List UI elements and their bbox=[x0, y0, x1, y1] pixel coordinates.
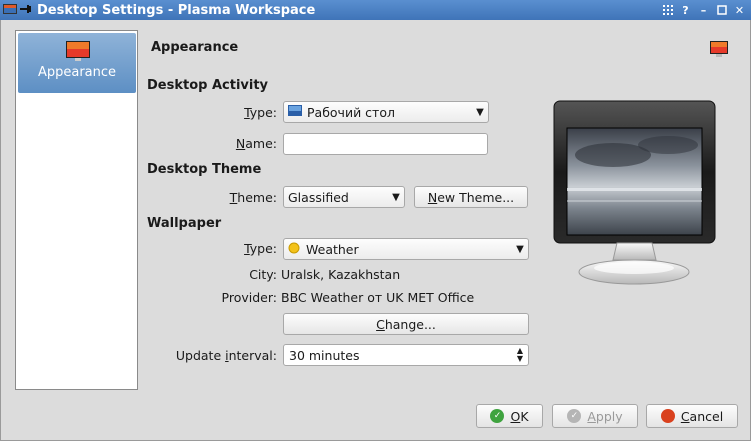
appearance-icon bbox=[709, 40, 729, 61]
chevron-down-icon: ▼ bbox=[516, 243, 524, 255]
city-value: Uralsk, Kazakhstan bbox=[281, 267, 401, 282]
wallpaper-preview bbox=[553, 100, 716, 290]
theme-combo[interactable]: Glassified ▼ bbox=[283, 186, 405, 208]
spin-arrows-icon[interactable]: ▲ ▼ bbox=[512, 347, 528, 363]
all-desktops-icon[interactable] bbox=[660, 3, 675, 18]
appearance-icon bbox=[65, 40, 90, 61]
wallpaper-type-combo[interactable]: Weather ▼ bbox=[283, 238, 529, 260]
wallpaper-type-value: Weather bbox=[306, 241, 359, 257]
close-button[interactable]: ✕ bbox=[732, 3, 747, 18]
app-icon[interactable] bbox=[3, 3, 17, 18]
window-title: Desktop Settings - Plasma Workspace bbox=[37, 2, 316, 18]
sidebar-item-appearance[interactable]: Appearance bbox=[18, 33, 136, 93]
section-wallpaper: Wallpaper bbox=[147, 216, 222, 231]
update-interval-label: Update interval: bbox=[175, 348, 277, 363]
activity-name-input[interactable] bbox=[283, 133, 488, 155]
dialog-body: Appearance Appearance Desktop Activity T… bbox=[0, 20, 751, 441]
sidebar-item-label: Appearance bbox=[37, 65, 117, 80]
window-titlebar[interactable]: Desktop Settings - Plasma Workspace ? – … bbox=[0, 0, 751, 20]
section-desktop-theme: Desktop Theme bbox=[147, 162, 262, 177]
update-interval-value: 30 minutes bbox=[289, 347, 360, 363]
check-icon: ✓ bbox=[490, 409, 505, 423]
check-icon: ✓ bbox=[567, 409, 582, 423]
pin-icon[interactable] bbox=[19, 3, 33, 18]
chevron-down-icon: ▼ bbox=[476, 106, 484, 118]
minimize-button[interactable]: – bbox=[696, 3, 711, 18]
ok-button[interactable]: ✓ OK bbox=[476, 404, 543, 428]
weather-icon bbox=[288, 242, 300, 257]
cancel-icon bbox=[660, 409, 675, 423]
activity-type-value: Рабочий стол bbox=[307, 104, 395, 120]
cancel-button[interactable]: Cancel bbox=[646, 404, 738, 428]
category-list[interactable]: Appearance bbox=[15, 30, 138, 390]
provider-value: BBC Weather от UK MET Office bbox=[281, 290, 475, 305]
city-label: City: bbox=[249, 267, 277, 282]
desktop-icon bbox=[288, 104, 302, 120]
apply-button[interactable]: ✓ Apply bbox=[552, 404, 638, 428]
activity-type-combo[interactable]: Рабочий стол ▼ bbox=[283, 101, 489, 123]
wallpaper-type-label: Type: bbox=[244, 241, 277, 256]
help-button[interactable]: ? bbox=[678, 3, 693, 18]
update-interval-spinbox[interactable]: 30 minutes ▲ ▼ bbox=[283, 344, 529, 366]
page-title: Appearance bbox=[151, 40, 239, 55]
new-theme-button[interactable]: New Theme... bbox=[414, 186, 528, 208]
theme-label: Theme: bbox=[229, 190, 277, 205]
change-button[interactable]: Change... bbox=[283, 313, 529, 335]
theme-value: Glassified bbox=[288, 189, 349, 205]
provider-label: Provider: bbox=[221, 290, 277, 305]
chevron-down-icon: ▼ bbox=[392, 191, 400, 203]
activity-name-label: Name: bbox=[235, 136, 277, 151]
activity-type-label: Type: bbox=[244, 105, 277, 120]
section-desktop-activity: Desktop Activity bbox=[147, 78, 269, 93]
maximize-button[interactable] bbox=[714, 3, 729, 18]
